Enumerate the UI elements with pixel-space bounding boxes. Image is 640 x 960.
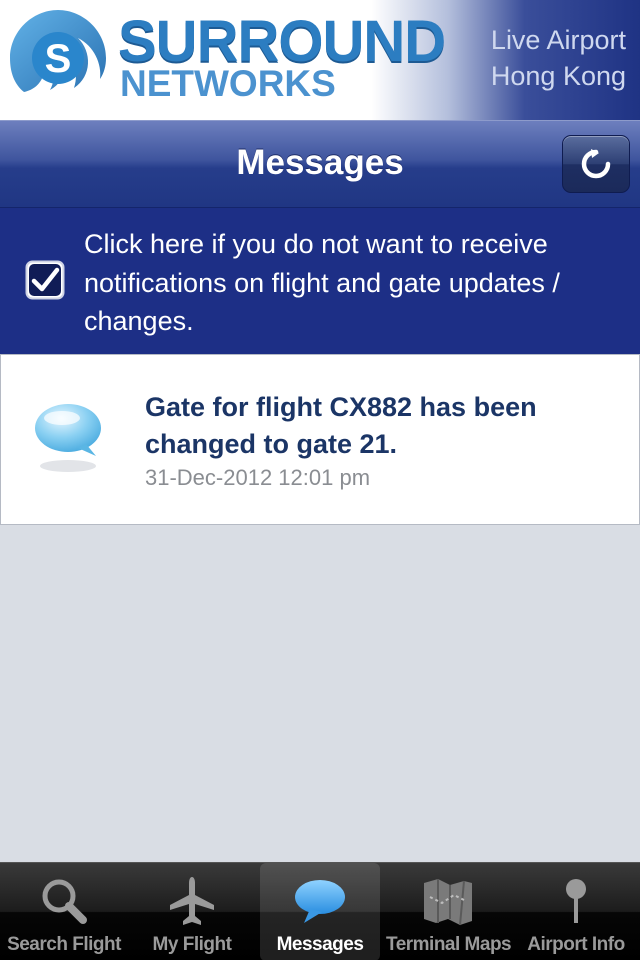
tagline-line2: Hong Kong (490, 61, 626, 91)
pin-icon (566, 879, 586, 923)
refresh-icon (581, 149, 611, 179)
tagline-line1: Live Airport (490, 25, 626, 55)
surround-swirl-logo-icon: S (10, 10, 106, 92)
tab-bar: Search Flight My Flight Messages Termina… (0, 862, 640, 960)
refresh-button[interactable] (562, 135, 630, 193)
tab-messages[interactable]: Messages (260, 863, 380, 960)
tab-label: Airport Info (527, 934, 625, 955)
app-screen: S SURROUND NETWORKS Live Airport Hong Ko… (0, 0, 640, 960)
optout-label[interactable]: Click here if you do not want to receive… (84, 225, 624, 341)
message-timestamp: 31-Dec-2012 12:01 pm (145, 465, 371, 490)
header-banner: S SURROUND NETWORKS Live Airport Hong Ko… (0, 0, 640, 120)
tab-label: Messages (276, 934, 364, 955)
tab-my-flight[interactable]: My Flight (130, 863, 254, 960)
brand-name-line2: NETWORKS (120, 63, 336, 104)
svg-text:S: S (45, 37, 72, 81)
tab-terminal-maps[interactable]: Terminal Maps (386, 863, 512, 960)
tab-label: Terminal Maps (386, 934, 512, 955)
tab-airport-info[interactable]: Airport Info (514, 863, 638, 960)
tab-label: Search Flight (7, 934, 121, 955)
tab-search-flight[interactable]: Search Flight (2, 863, 126, 960)
speech-bubble-icon (35, 404, 101, 472)
map-icon (424, 879, 472, 926)
speech-bubble-icon (295, 880, 345, 923)
airport-tagline: Live Airport Hong Kong (426, 22, 626, 94)
airplane-icon (170, 877, 214, 925)
search-icon (42, 879, 87, 924)
optout-checkbox[interactable] (25, 260, 65, 300)
navigation-bar: Messages (0, 120, 640, 208)
tab-label: My Flight (152, 934, 232, 955)
message-text: Gate for flight CX882 has been changed t… (145, 392, 537, 459)
page-title: Messages (236, 143, 404, 182)
